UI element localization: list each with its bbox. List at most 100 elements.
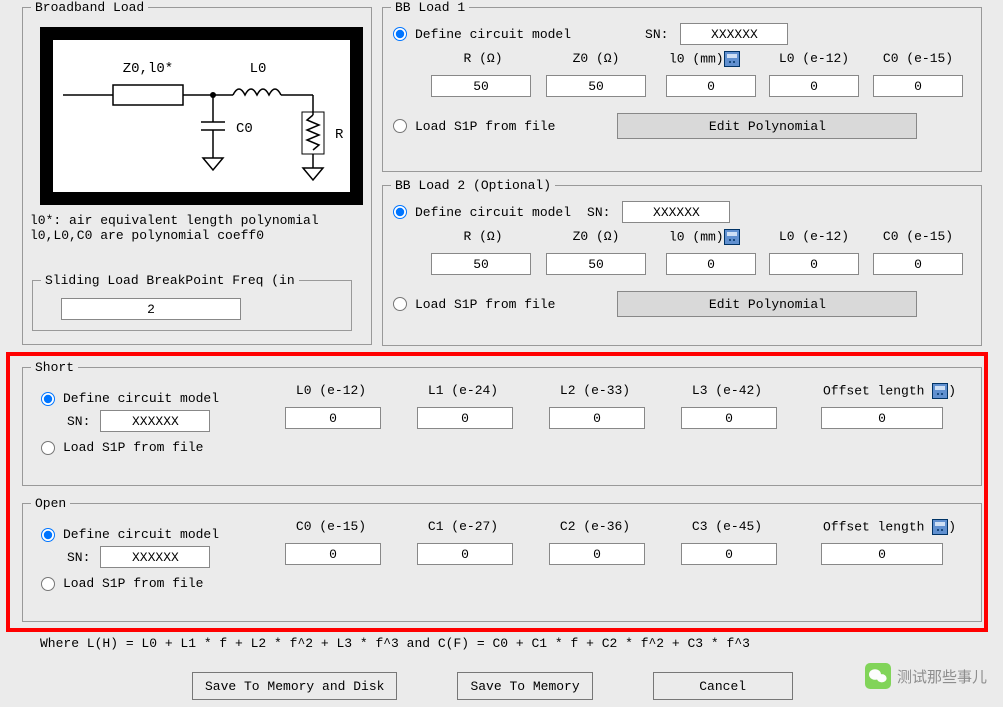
paren-close: ) bbox=[948, 383, 956, 398]
open-C2-input[interactable] bbox=[549, 543, 645, 565]
open-define-radio[interactable] bbox=[41, 528, 55, 542]
bbload2-L0-head: L0 (e-12) bbox=[769, 229, 859, 244]
save-mem-button[interactable]: Save To Memory bbox=[457, 672, 592, 700]
open-C2-head: C2 (e-36) bbox=[545, 519, 645, 534]
bbload2-define-radio[interactable] bbox=[393, 205, 407, 219]
short-L2-input[interactable] bbox=[549, 407, 645, 429]
sliding-load-freq-input[interactable] bbox=[61, 298, 241, 320]
open-C0-input[interactable] bbox=[285, 543, 381, 565]
short-legend: Short bbox=[31, 360, 78, 375]
open-off-head-wrap: Offset length ) bbox=[823, 519, 956, 535]
svg-text:L0: L0 bbox=[250, 61, 267, 77]
svg-text:C0: C0 bbox=[236, 121, 253, 137]
bbload2-l0-input[interactable] bbox=[666, 253, 756, 275]
short-L3-head: L3 (e-42) bbox=[677, 383, 777, 398]
bbload1-define-radio[interactable] bbox=[393, 27, 407, 41]
open-fieldset: Open Define circuit model SN: Load S1P f… bbox=[22, 496, 982, 622]
circuit-diagram: Z0,l0* L0 R C0 bbox=[40, 27, 363, 205]
watermark: 测试那些事儿 bbox=[865, 663, 987, 689]
short-s1p-radio[interactable] bbox=[41, 441, 55, 455]
circuit-caption: l0*: air equivalent length polynomial l0… bbox=[30, 213, 370, 243]
bbload2-C0-input[interactable] bbox=[873, 253, 963, 275]
bbload1-R-input[interactable] bbox=[431, 75, 531, 97]
bbload2-sn-label: SN: bbox=[587, 205, 610, 220]
open-s1p-label: Load S1P from file bbox=[63, 576, 203, 591]
calculator-icon[interactable] bbox=[932, 383, 948, 399]
open-off-head: Offset length bbox=[823, 519, 932, 534]
watermark-text: 测试那些事儿 bbox=[897, 666, 987, 687]
bbload1-fieldset: BB Load 1 Define circuit model SN: R (Ω)… bbox=[382, 0, 982, 172]
paren-close: ) bbox=[948, 519, 956, 534]
open-C1-input[interactable] bbox=[417, 543, 513, 565]
calculator-icon[interactable] bbox=[724, 51, 740, 67]
short-L3-input[interactable] bbox=[681, 407, 777, 429]
bbload1-s1p-radio[interactable] bbox=[393, 119, 407, 133]
bbload1-l0-head: l0 (mm) bbox=[669, 51, 724, 66]
bbload1-l0-input[interactable] bbox=[666, 75, 756, 97]
bbload1-C0-head: C0 (e-15) bbox=[873, 51, 963, 66]
bbload1-sn-input[interactable] bbox=[680, 23, 788, 45]
bbload2-l0-head-wrap: l0 (mm) bbox=[669, 229, 759, 245]
bbload2-L0-input[interactable] bbox=[769, 253, 859, 275]
open-s1p-radio[interactable] bbox=[41, 577, 55, 591]
bbload1-l0-head-wrap: l0 (mm) bbox=[669, 51, 759, 67]
short-L2-head: L2 (e-33) bbox=[545, 383, 645, 398]
open-C1-head: C1 (e-27) bbox=[413, 519, 513, 534]
bbload1-L0-head: L0 (e-12) bbox=[769, 51, 859, 66]
short-define-radio[interactable] bbox=[41, 392, 55, 406]
bbload1-R-head: R (Ω) bbox=[443, 51, 523, 66]
cancel-button[interactable]: Cancel bbox=[653, 672, 793, 700]
sliding-load-legend: Sliding Load BreakPoint Freq (in bbox=[41, 273, 299, 288]
short-fieldset: Short Define circuit model SN: Load S1P … bbox=[22, 360, 982, 486]
short-L0-head: L0 (e-12) bbox=[281, 383, 381, 398]
short-L1-head: L1 (e-24) bbox=[413, 383, 513, 398]
bbload1-Z0-head: Z0 (Ω) bbox=[556, 51, 636, 66]
open-sn-label: SN: bbox=[67, 550, 90, 565]
svg-text:R: R bbox=[335, 127, 344, 143]
bbload1-define-label: Define circuit model bbox=[415, 27, 571, 42]
bbload2-C0-head: C0 (e-15) bbox=[873, 229, 963, 244]
bbload1-sn-label: SN: bbox=[645, 27, 668, 42]
bbload1-L0-input[interactable] bbox=[769, 75, 859, 97]
bbload1-editpoly-button[interactable]: Edit Polynomial bbox=[617, 113, 917, 139]
bbload1-s1p-label: Load S1P from file bbox=[415, 119, 555, 134]
bbload1-Z0-input[interactable] bbox=[546, 75, 646, 97]
bbload2-s1p-label: Load S1P from file bbox=[415, 297, 555, 312]
bbload2-editpoly-button[interactable]: Edit Polynomial bbox=[617, 291, 917, 317]
open-C3-head: C3 (e-45) bbox=[677, 519, 777, 534]
short-off-head-wrap: Offset length ) bbox=[823, 383, 956, 399]
bbload2-Z0-input[interactable] bbox=[546, 253, 646, 275]
calculator-icon[interactable] bbox=[724, 229, 740, 245]
bbload1-legend: BB Load 1 bbox=[391, 0, 469, 15]
bbload2-legend: BB Load 2 (Optional) bbox=[391, 178, 555, 193]
bbload2-R-head: R (Ω) bbox=[443, 229, 523, 244]
short-sn-label: SN: bbox=[67, 414, 90, 429]
short-L1-input[interactable] bbox=[417, 407, 513, 429]
bbload2-Z0-head: Z0 (Ω) bbox=[556, 229, 636, 244]
open-sn-input[interactable] bbox=[100, 546, 210, 568]
short-off-head: Offset length bbox=[823, 383, 932, 398]
svg-text:Z0,l0*: Z0,l0* bbox=[123, 61, 173, 77]
open-C0-head: C0 (e-15) bbox=[281, 519, 381, 534]
bbload2-define-label: Define circuit model bbox=[415, 205, 571, 220]
short-s1p-label: Load S1P from file bbox=[63, 440, 203, 455]
calculator-icon[interactable] bbox=[932, 519, 948, 535]
bbload2-R-input[interactable] bbox=[431, 253, 531, 275]
bbload2-sn-input[interactable] bbox=[622, 201, 730, 223]
bbload2-fieldset: BB Load 2 (Optional) Define circuit mode… bbox=[382, 178, 982, 346]
short-L0-input[interactable] bbox=[285, 407, 381, 429]
short-define-label: Define circuit model bbox=[63, 391, 219, 406]
wechat-icon bbox=[865, 663, 891, 689]
open-C3-input[interactable] bbox=[681, 543, 777, 565]
sliding-load-fieldset: Sliding Load BreakPoint Freq (in bbox=[32, 273, 352, 331]
bbload1-C0-input[interactable] bbox=[873, 75, 963, 97]
open-define-label: Define circuit model bbox=[63, 527, 219, 542]
short-sn-input[interactable] bbox=[100, 410, 210, 432]
open-off-input[interactable] bbox=[821, 543, 943, 565]
bbload2-s1p-radio[interactable] bbox=[393, 297, 407, 311]
broadband-load-legend: Broadband Load bbox=[31, 0, 148, 15]
bbload2-l0-head: l0 (mm) bbox=[669, 229, 724, 244]
save-mem-disk-button[interactable]: Save To Memory and Disk bbox=[192, 672, 397, 700]
short-off-input[interactable] bbox=[821, 407, 943, 429]
formula-text: Where L(H) = L0 + L1 * f + L2 * f^2 + L3… bbox=[40, 636, 750, 651]
